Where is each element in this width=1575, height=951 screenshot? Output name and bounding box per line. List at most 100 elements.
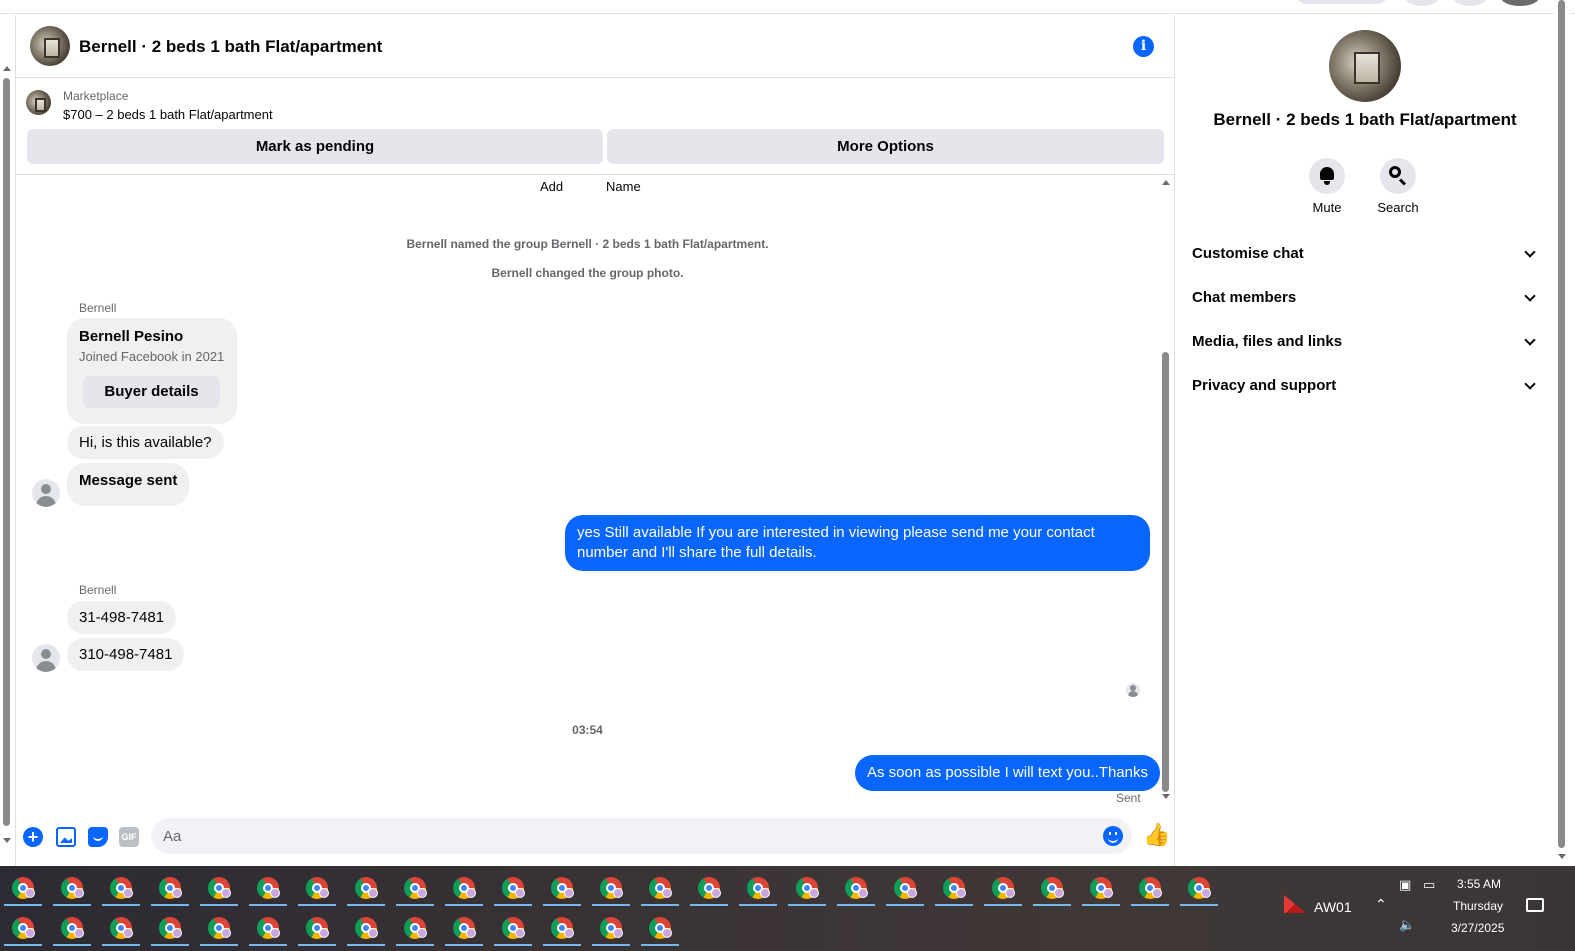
marketplace-banner: Marketplace $700 – 2 beds 1 bath Flat/ap… [16, 79, 1175, 175]
group-avatar[interactable] [30, 26, 70, 66]
taskbar-chrome-button[interactable] [441, 868, 487, 908]
meeting-icon[interactable]: ▣ [1399, 877, 1411, 893]
listing-thumbnail[interactable] [26, 90, 51, 115]
taskbar-chrome-button[interactable] [784, 868, 830, 908]
scroll-down-arrow-icon[interactable] [3, 838, 11, 843]
incoming-message[interactable]: 310-498-7481 [67, 638, 185, 671]
taskbar-chrome-button[interactable] [490, 908, 536, 948]
mute-action[interactable]: Mute [1297, 158, 1357, 215]
section-privacy-support[interactable]: Privacy and support [1192, 371, 1540, 401]
clock-day[interactable]: Thursday [1453, 899, 1503, 913]
scroll-down-arrow-icon[interactable] [1558, 854, 1566, 859]
network-icon[interactable]: ▭ [1423, 877, 1435, 893]
taskbar-chrome-button[interactable] [245, 908, 291, 948]
taskbar-chrome-button[interactable] [0, 908, 46, 948]
scroll-up-arrow-icon[interactable] [1162, 180, 1170, 185]
info-icon[interactable]: i [1133, 36, 1154, 57]
like-icon[interactable]: 👍 [1143, 824, 1170, 846]
scroll-up-arrow-icon[interactable] [3, 66, 11, 71]
taskbar-chrome-button[interactable] [147, 868, 193, 908]
listing-title[interactable]: $700 – 2 beds 1 bath Flat/apartment [63, 107, 273, 122]
clock-time[interactable]: 3:55 AM [1457, 877, 1501, 891]
taskbar-chrome-button[interactable] [637, 908, 683, 948]
taskbar-chrome-button[interactable] [1078, 868, 1124, 908]
bell-icon[interactable] [1309, 158, 1345, 194]
taskbar-chrome-button[interactable] [980, 868, 1026, 908]
taskbar-chrome-button[interactable] [735, 868, 781, 908]
scrollbar-thumb[interactable] [1558, 0, 1565, 848]
taskbar-chrome-button[interactable] [392, 868, 438, 908]
taskbar-chrome-button[interactable] [588, 908, 634, 948]
taskbar-chrome-button[interactable] [686, 868, 732, 908]
taskbar-chrome-button[interactable] [1127, 868, 1173, 908]
taskbar-chrome-button[interactable] [49, 868, 95, 908]
sender-avatar[interactable] [32, 644, 60, 672]
search-icon[interactable] [1380, 158, 1416, 194]
app-tray-label[interactable]: AW01 [1314, 899, 1352, 915]
taskbar-chrome-button[interactable] [98, 908, 144, 948]
section-customise-chat[interactable]: Customise chat [1192, 239, 1540, 269]
taskbar-chrome-button[interactable] [196, 868, 242, 908]
taskbar-chrome-button[interactable] [294, 908, 340, 948]
buyer-details-button[interactable]: Buyer details [83, 376, 220, 408]
top-nav-pill[interactable] [1297, 0, 1387, 4]
chevron-up-icon[interactable]: ⌃ [1375, 896, 1387, 913]
section-media-files-links[interactable]: Media, files and links [1192, 327, 1540, 357]
taskbar-chrome-button[interactable] [588, 868, 634, 908]
page-scrollbar-left[interactable] [0, 60, 14, 848]
clock-date[interactable]: 3/27/2025 [1451, 921, 1504, 935]
photo-icon[interactable] [56, 827, 76, 847]
page-scrollbar-right[interactable] [1554, 0, 1570, 866]
search-action[interactable]: Search [1368, 158, 1428, 215]
taskbar-chrome-button[interactable] [931, 868, 977, 908]
mark-as-pending-button[interactable]: Mark as pending [27, 129, 603, 164]
chat-title[interactable]: Bernell · 2 beds 1 bath Flat/apartment [79, 37, 382, 57]
name-group-link[interactable]: Name [606, 179, 641, 194]
taskbar-chrome-button[interactable] [882, 868, 928, 908]
taskbar-chrome-button[interactable] [833, 868, 879, 908]
incoming-message[interactable]: 31-498-7481 [67, 601, 177, 634]
sticker-icon[interactable] [88, 827, 108, 847]
taskbar-chrome-button[interactable] [196, 908, 242, 948]
top-nav-button[interactable] [1404, 0, 1440, 6]
top-nav-button[interactable] [1452, 0, 1488, 6]
volume-icon[interactable]: 🔈 [1399, 917, 1415, 933]
taskbar-chrome-button[interactable] [245, 868, 291, 908]
app-tray-icon[interactable] [1284, 895, 1306, 913]
taskbar-chrome-button[interactable] [294, 868, 340, 908]
taskbar-chrome-button[interactable] [0, 868, 46, 908]
taskbar-chrome-button[interactable] [441, 908, 487, 948]
taskbar-chrome-button[interactable] [343, 868, 389, 908]
notification-icon[interactable] [1526, 898, 1544, 912]
chat-scrollbar[interactable] [1159, 178, 1173, 808]
taskbar-chrome-button[interactable] [147, 908, 193, 948]
incoming-message[interactable]: Message sent [67, 463, 190, 506]
scroll-down-arrow-icon[interactable] [1162, 794, 1170, 799]
taskbar-chrome-button[interactable] [98, 868, 144, 908]
profile-badge-icon [466, 888, 476, 898]
outgoing-message[interactable]: yes Still available If you are intereste… [565, 515, 1150, 571]
taskbar-chrome-button[interactable] [343, 908, 389, 948]
profile-avatar[interactable] [1500, 0, 1540, 6]
sender-avatar[interactable] [32, 479, 60, 507]
gif-icon[interactable]: GIF [119, 827, 139, 847]
outgoing-message[interactable]: As soon as possible I will text you..Tha… [855, 755, 1160, 791]
section-chat-members[interactable]: Chat members [1192, 283, 1540, 313]
incoming-message[interactable]: Hi, is this available? [67, 426, 224, 459]
taskbar-chrome-button[interactable] [539, 908, 585, 948]
emoji-icon[interactable] [1103, 826, 1123, 846]
scrollbar-thumb[interactable] [1162, 352, 1169, 792]
message-input[interactable] [151, 818, 1132, 854]
taskbar-chrome-button[interactable] [1176, 868, 1222, 908]
group-avatar-large[interactable] [1329, 30, 1401, 102]
plus-icon[interactable]: + [23, 827, 43, 847]
taskbar-chrome-button[interactable] [1029, 868, 1075, 908]
more-options-button[interactable]: More Options [607, 129, 1164, 164]
taskbar-chrome-button[interactable] [490, 868, 536, 908]
taskbar-chrome-button[interactable] [392, 908, 438, 948]
add-people-link[interactable]: Add [540, 179, 563, 194]
taskbar-chrome-button[interactable] [49, 908, 95, 948]
scrollbar-thumb[interactable] [3, 78, 10, 826]
taskbar-chrome-button[interactable] [637, 868, 683, 908]
taskbar-chrome-button[interactable] [539, 868, 585, 908]
